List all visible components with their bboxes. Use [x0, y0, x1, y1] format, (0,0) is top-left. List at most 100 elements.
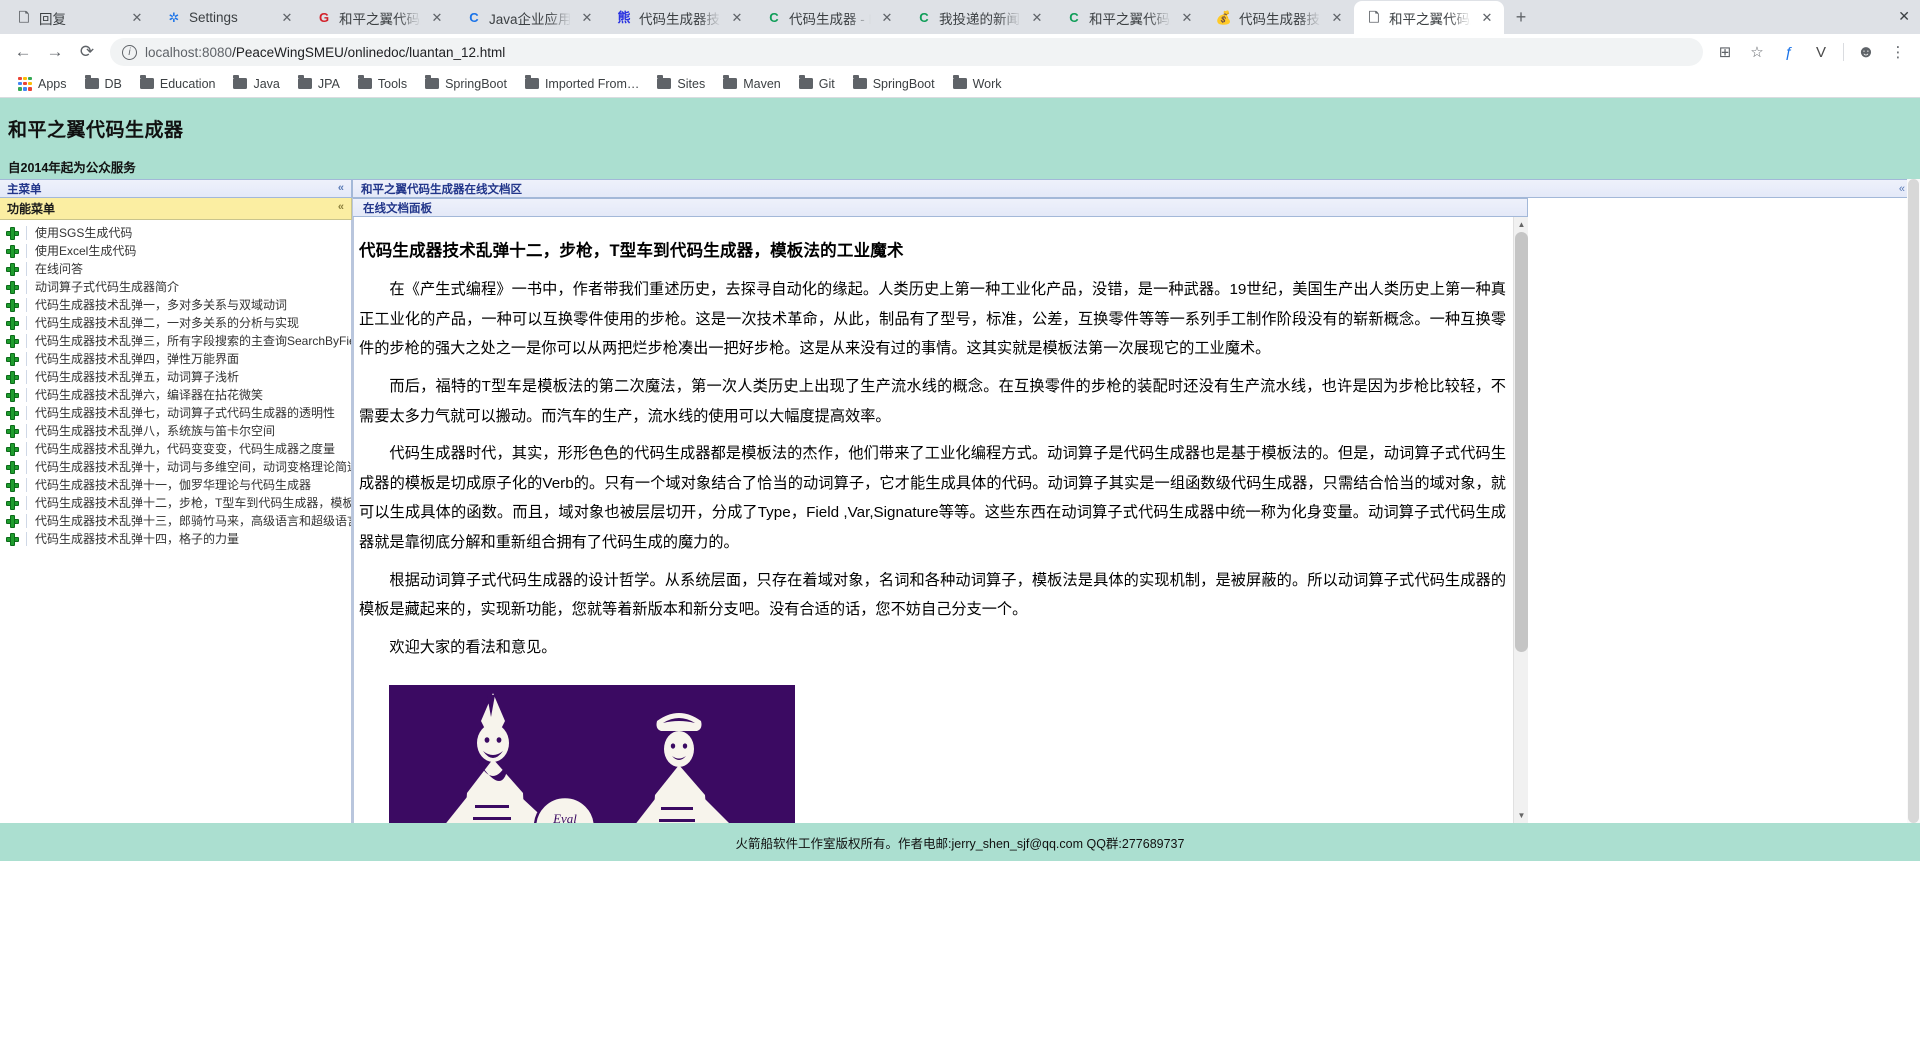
chrome-menu-icon[interactable]: ⋮: [1884, 38, 1912, 66]
tab-close-button[interactable]: ✕: [578, 9, 596, 27]
online-doc-panel-header: 在线文档面板: [353, 198, 1528, 217]
scroll-down-arrow[interactable]: ▼: [1514, 808, 1528, 823]
tab-title: 和平之翼代码生成器: [1089, 11, 1171, 27]
reload-button[interactable]: ⟳: [72, 37, 102, 67]
plus-icon: [6, 478, 19, 492]
bookmark-tools[interactable]: Tools: [350, 74, 415, 94]
right-blank-area: [1528, 198, 1920, 823]
firefox-extension-icon[interactable]: ƒ: [1775, 38, 1803, 66]
sidebar-menu-item-13[interactable]: 代码生成器技术乱弹十，动词与多维空间，动词变格理论简述: [0, 458, 351, 476]
article-illustration: Eval Apply: [389, 684, 795, 823]
plus-icon: [6, 532, 19, 546]
bookmark-work[interactable]: Work: [945, 74, 1010, 94]
forward-button[interactable]: →: [40, 37, 70, 67]
sidebar-menu-item-15[interactable]: 代码生成器技术乱弹十二，步枪，T型车到代码生成器，模板法的工业魔术: [0, 494, 351, 512]
bookmark-imported-from-[interactable]: Imported From…: [517, 74, 647, 94]
tab-close-button[interactable]: ✕: [1178, 9, 1196, 27]
site-info-icon[interactable]: i: [122, 44, 137, 60]
bookmark-education[interactable]: Education: [132, 74, 224, 94]
article-paragraph-4: 欢迎大家的看法和意见。: [389, 639, 557, 657]
bookmark-label: Education: [159, 76, 216, 91]
translate-icon[interactable]: ⊞: [1711, 38, 1739, 66]
tab-close-button[interactable]: ✕: [878, 9, 896, 27]
svg-text:Eval: Eval: [552, 811, 577, 823]
tab-close-button[interactable]: ✕: [278, 9, 296, 27]
browser-tab-8[interactable]: 💰 代码生成器技术乱弹 ✕: [1204, 1, 1354, 34]
sidebar-menu-item-label: 代码生成器技术乱弹十，动词与多维空间，动词变格理论简述: [26, 460, 351, 474]
sidebar-menu-item-1[interactable]: 使用Excel生成代码: [0, 242, 351, 260]
folder-icon: [297, 75, 312, 89]
browser-tab-3[interactable]: C Java企业应用论坛 ✕: [454, 1, 605, 34]
document-scroll-region[interactable]: 代码生成器技术乱弹十二，步枪，T型车到代码生成器，模板法的工业魔术 在《产生式编…: [353, 217, 1528, 823]
bookmark-git[interactable]: Git: [791, 74, 843, 94]
browser-tab-0[interactable]: 🗋 回复 ✕: [4, 1, 155, 34]
bookmark-db[interactable]: DB: [77, 74, 130, 94]
back-button[interactable]: ←: [8, 37, 38, 67]
window-close-button[interactable]: ✕: [1898, 8, 1910, 25]
browser-tab-1[interactable]: ✲ Settings ✕: [154, 1, 305, 34]
bookmark-jpa[interactable]: JPA: [290, 74, 348, 94]
function-menu-collapse-icon[interactable]: «: [338, 201, 344, 213]
tab-close-button[interactable]: ✕: [1478, 9, 1496, 27]
tab-close-button[interactable]: ✕: [1028, 9, 1046, 27]
bookmark-java[interactable]: Java: [225, 74, 287, 94]
browser-tab-6[interactable]: C 我投递的新闻 - N ✕: [904, 1, 1055, 34]
new-tab-button[interactable]: +: [1504, 3, 1538, 31]
sidebar-menu-item-16[interactable]: 代码生成器技术乱弹十三，郎骑竹马来，高级语言和超级语言: [0, 512, 351, 530]
tab-title: Settings: [189, 10, 238, 25]
page-scroll-thumb[interactable]: [1908, 179, 1919, 823]
tab-favicon-c-square-icon: C: [469, 10, 479, 25]
bookmark-label: Maven: [743, 76, 781, 91]
plus-icon: [6, 244, 19, 258]
bookmark-label: Sites: [677, 76, 706, 91]
plus-icon: [6, 226, 19, 240]
sidebar-menu-item-9[interactable]: 代码生成器技术乱弹六，编译器在拈花微笑: [0, 386, 351, 404]
tab-favicon-c-green-icon: C: [1069, 10, 1079, 25]
bookmark-maven[interactable]: Maven: [715, 74, 789, 94]
scroll-up-arrow[interactable]: ▲: [1514, 217, 1528, 232]
bookmark-star-icon[interactable]: ☆: [1743, 38, 1771, 66]
sidebar-menu-item-4[interactable]: 代码生成器技术乱弹一，多对多关系与双域动词: [0, 296, 351, 314]
bookmark-springboot[interactable]: SpringBoot: [845, 74, 943, 94]
right-collapse-icon[interactable]: «: [1899, 183, 1905, 195]
sidebar-menu-item-6[interactable]: 代码生成器技术乱弹三，所有字段搜索的主查询SearchByFieldsByPag…: [0, 332, 351, 350]
document-body: 在线文档面板 代码生成器技术乱弹十二，步枪，T型车到代码生成器，模板法的工业魔术…: [352, 198, 1920, 823]
sidebar-menu-item-8[interactable]: 代码生成器技术乱弹五，动词算子浅析: [0, 368, 351, 386]
sidebar-menu-item-3[interactable]: 动词算子式代码生成器简介: [0, 278, 351, 296]
back-icon: ←: [14, 42, 32, 61]
browser-tab-5[interactable]: C 代码生成器 - MSN ✕: [754, 1, 905, 34]
sidebar-menu-item-label: 代码生成器技术乱弹十二，步枪，T型车到代码生成器，模板法的工业魔术: [26, 496, 351, 510]
profile-avatar-icon[interactable]: ☻: [1852, 38, 1880, 66]
sidebar-menu-item-7[interactable]: 代码生成器技术乱弹四，弹性万能界面: [0, 350, 351, 368]
browser-tab-4[interactable]: 熊代码生成器技术乱弹 ✕: [604, 1, 755, 34]
sidebar-menu-item-0[interactable]: 使用SGS生成代码: [0, 224, 351, 242]
folder-icon: [723, 75, 738, 89]
browser-tab-2[interactable]: G 和平之翼代码生成器 ✕: [304, 1, 455, 34]
sidebar-menu-item-2[interactable]: 在线问答: [0, 260, 351, 278]
page-vertical-scrollbar[interactable]: [1907, 179, 1920, 823]
bookmark-apps[interactable]: Apps: [10, 74, 75, 94]
vimium-extension-icon[interactable]: V: [1807, 38, 1835, 66]
browser-tab-9[interactable]: 🗋 和平之翼代码生成器 ✕: [1354, 1, 1504, 34]
tab-close-button[interactable]: ✕: [128, 9, 146, 27]
tab-close-button[interactable]: ✕: [428, 9, 446, 27]
document-vertical-scrollbar[interactable]: ▲ ▼: [1513, 217, 1528, 823]
sidebar-menu-item-label: 动词算子式代码生成器简介: [26, 280, 179, 294]
sidebar-menu-item-label: 在线问答: [26, 262, 83, 276]
tab-close-button[interactable]: ✕: [1328, 9, 1346, 27]
tab-close-button[interactable]: ✕: [728, 9, 746, 27]
scroll-thumb[interactable]: [1515, 232, 1528, 652]
bookmark-sites[interactable]: Sites: [649, 74, 713, 94]
bookmark-springboot[interactable]: SpringBoot: [417, 74, 515, 94]
browser-tab-7[interactable]: C 和平之翼代码生成器 ✕: [1054, 1, 1205, 34]
sidebar-collapse-icon[interactable]: «: [338, 182, 344, 194]
sidebar-menu-item-10[interactable]: 代码生成器技术乱弹七，动词算子式代码生成器的透明性: [0, 404, 351, 422]
sidebar-menu-item-14[interactable]: 代码生成器技术乱弹十一，伽罗华理论与代码生成器: [0, 476, 351, 494]
sidebar-menu-item-12[interactable]: 代码生成器技术乱弹九，代码变变变，代码生成器之度量: [0, 440, 351, 458]
tab-favicon-gear-icon: ✲: [168, 10, 180, 25]
tab-title: 回复: [39, 11, 66, 27]
sidebar-menu-item-11[interactable]: 代码生成器技术乱弹八，系统族与笛卡尔空间: [0, 422, 351, 440]
sidebar-menu-item-5[interactable]: 代码生成器技术乱弹二，一对多关系的分析与实现: [0, 314, 351, 332]
address-bar[interactable]: i localhost:8080/PeaceWingSMEU/onlinedoc…: [110, 38, 1703, 66]
sidebar-menu-item-17[interactable]: 代码生成器技术乱弹十四，格子的力量: [0, 530, 351, 548]
